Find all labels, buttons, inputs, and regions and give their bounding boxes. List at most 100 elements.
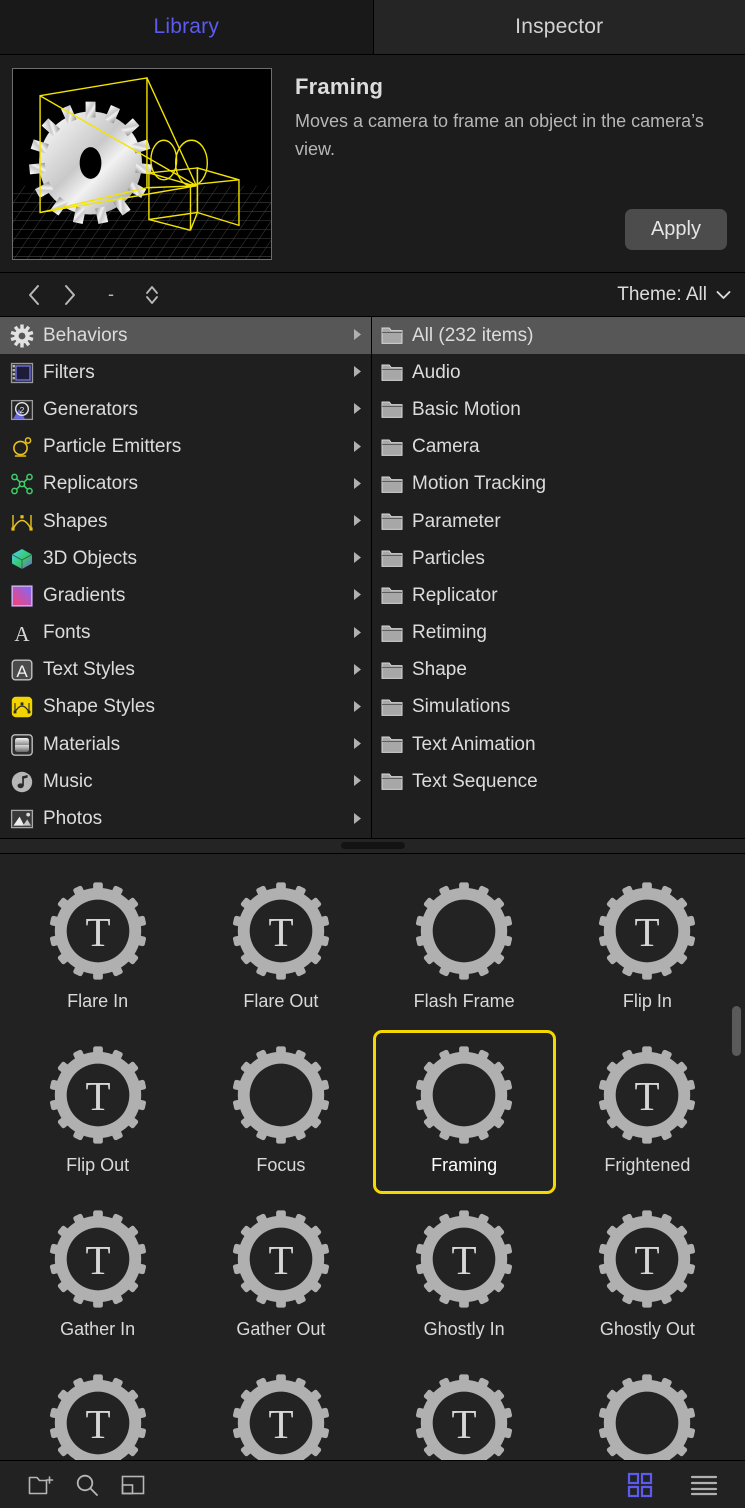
behavior-item-flip-out[interactable]: T Flip Out	[6, 1030, 189, 1194]
folder-list[interactable]: All (232 items) Audio Basic Motion Camera Mo…	[372, 317, 745, 838]
folder-item-label: Motion Tracking	[412, 473, 547, 495]
folder-item-motion-tracking[interactable]: Motion Tracking	[372, 466, 745, 503]
behavior-item-frightened[interactable]: T Frightened	[556, 1030, 739, 1194]
folder-item-text-animation[interactable]: Text Animation	[372, 726, 745, 763]
behavior-item-focus[interactable]: Focus	[189, 1030, 372, 1194]
behavior-item-ghostly-out[interactable]: T Ghostly Out	[556, 1194, 739, 1358]
category-item-photos[interactable]: Photos	[0, 800, 371, 837]
chevron-left-icon[interactable]	[16, 280, 52, 310]
cube-icon	[10, 547, 34, 571]
svg-text:T: T	[268, 1401, 293, 1447]
folder-item-text-sequence[interactable]: Text Sequence	[372, 763, 745, 800]
panel-toggle-icon[interactable]	[110, 1467, 156, 1503]
folder-icon	[380, 695, 404, 719]
category-item-label: Generators	[43, 398, 139, 420]
category-item-shapes[interactable]: Shapes	[0, 503, 371, 540]
behavior-item-label: Flip In	[622, 990, 672, 1011]
behavior-item-framing[interactable]: Framing	[372, 1029, 556, 1194]
folder-item-label: All (232 items)	[412, 324, 534, 346]
behavior-item-gather-in[interactable]: T Gather In	[6, 1194, 189, 1358]
svg-text:T: T	[635, 1073, 660, 1119]
folder-icon	[380, 584, 404, 608]
folder-item-particles[interactable]: Particles	[372, 540, 745, 577]
behavior-item[interactable]: T	[189, 1358, 372, 1460]
grid-vertical-scrollbar[interactable]	[732, 1005, 741, 1056]
behavior-item-flare-out[interactable]: T Flare Out	[189, 866, 372, 1030]
category-item-label: 3D Objects	[43, 547, 137, 569]
svg-text:T: T	[268, 909, 293, 955]
apply-button[interactable]: Apply	[624, 209, 727, 250]
category-item-text-styles[interactable]: A Text Styles	[0, 652, 371, 689]
folder-item-camera[interactable]: Camera	[372, 429, 745, 466]
category-item-replicators[interactable]: Replicators	[0, 466, 371, 503]
category-item-label: Particle Emitters	[43, 436, 182, 458]
category-item-label: Fonts	[43, 622, 91, 644]
behavior-item-flare-in[interactable]: T Flare In	[6, 866, 189, 1030]
folder-item-basic-motion[interactable]: Basic Motion	[372, 391, 745, 428]
theme-dropdown[interactable]: Theme: All	[617, 284, 731, 306]
svg-text:T: T	[635, 1237, 660, 1283]
category-list[interactable]: Behaviors Filters 2 Generators Particle Emit…	[0, 317, 372, 838]
category-item-label: Text Styles	[43, 659, 135, 681]
folder-item-audio[interactable]: Audio	[372, 354, 745, 391]
shape-curve-icon	[10, 510, 34, 534]
category-item-label: Materials	[43, 733, 121, 755]
category-item-particle-emitters[interactable]: Particle Emitters	[0, 429, 371, 466]
list-view-icon[interactable]	[681, 1467, 727, 1503]
grid-view-icon[interactable]	[617, 1467, 663, 1503]
svg-text:T: T	[85, 1073, 110, 1119]
svg-text:T: T	[85, 1237, 110, 1283]
chevron-right-icon	[352, 626, 363, 641]
behavior-item-label: Flip Out	[66, 1154, 130, 1175]
folder-item-replicator[interactable]: Replicator	[372, 577, 745, 614]
behavior-item-flash-frame[interactable]: Flash Frame	[373, 866, 556, 1030]
behavior-item-label: Framing	[431, 1154, 498, 1175]
folder-item-retiming[interactable]: Retiming	[372, 615, 745, 652]
svg-text:2: 2	[20, 405, 25, 415]
chevron-right-icon[interactable]	[52, 280, 88, 310]
tab-inspector[interactable]: Inspector	[372, 0, 745, 54]
text-behavior-gear-icon: T	[44, 877, 152, 985]
category-item-generators[interactable]: 2 Generators	[0, 391, 371, 428]
folder-item-all-232-items[interactable]: All (232 items)	[372, 317, 745, 355]
chevron-right-icon	[352, 551, 363, 566]
camera-framing-gear-thumbnail	[12, 68, 272, 260]
text-behavior-gear-icon: T	[227, 877, 335, 985]
generator-icon: 2	[10, 398, 34, 422]
category-item-materials[interactable]: Materials	[0, 726, 371, 763]
text-behavior-gear-icon: T	[44, 1205, 152, 1313]
up-down-stepper-icon[interactable]	[134, 280, 170, 310]
category-item-gradients[interactable]: Gradients	[0, 577, 371, 614]
behavior-item[interactable]: T	[373, 1358, 556, 1460]
search-icon[interactable]	[64, 1467, 110, 1503]
chevron-right-icon	[352, 812, 363, 827]
category-item-fonts[interactable]: A Fonts	[0, 615, 371, 652]
category-item-3d-objects[interactable]: 3D Objects	[0, 540, 371, 577]
behavior-item-ghostly-in[interactable]: T Ghostly In	[373, 1194, 556, 1358]
folder-item-shape[interactable]: Shape	[372, 652, 745, 689]
behavior-grid: T Flare In T Flare Out Flash Frame T Flip In T F…	[0, 854, 745, 1460]
category-item-music[interactable]: Music	[0, 763, 371, 800]
category-item-filters[interactable]: Filters	[0, 354, 371, 391]
text-behavior-gear-icon: T	[227, 1205, 335, 1313]
category-item-behaviors[interactable]: Behaviors	[0, 317, 371, 355]
folder-item-parameter[interactable]: Parameter	[372, 503, 745, 540]
svg-text:T: T	[85, 1401, 110, 1447]
behavior-item-flip-in[interactable]: T Flip In	[556, 866, 739, 1030]
folder-icon	[380, 398, 404, 422]
splitter-grip[interactable]	[340, 842, 405, 850]
folder-item-simulations[interactable]: Simulations	[372, 689, 745, 726]
text-behavior-gear-icon: T	[593, 877, 701, 985]
behavior-item-gather-out[interactable]: T Gather Out	[189, 1194, 372, 1358]
chevron-right-icon	[352, 737, 363, 752]
behavior-item[interactable]: T	[6, 1358, 189, 1460]
tab-library[interactable]: Library	[0, 0, 373, 54]
apply-button-row: Apply	[295, 209, 731, 272]
category-item-shape-styles[interactable]: Shape Styles	[0, 689, 371, 726]
folder-item-label: Text Animation	[412, 733, 536, 755]
panel-splitter[interactable]	[0, 837, 745, 854]
svg-text:T: T	[268, 1237, 293, 1283]
new-folder-icon[interactable]	[18, 1467, 64, 1503]
behavior-item[interactable]	[556, 1358, 739, 1460]
letter-a-icon: A	[10, 621, 34, 645]
